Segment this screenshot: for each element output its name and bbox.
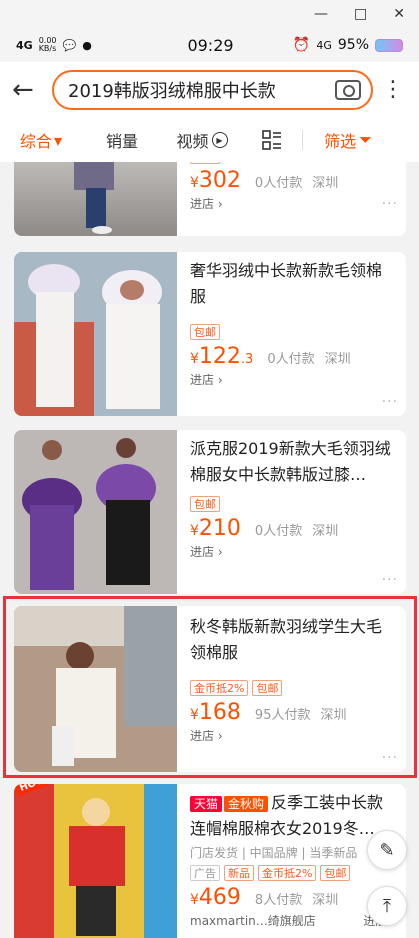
play-icon: ▶ — [211, 132, 228, 148]
filter-icon: ⏷ — [359, 130, 372, 149]
chat-icon: 💬 — [62, 38, 77, 52]
paid-count: 95人付款 — [254, 708, 311, 723]
paid-count: 0人付款 — [254, 524, 303, 539]
filter-button[interactable]: 筛选 ⏷ — [303, 128, 393, 152]
more-dots-icon[interactable]: ··· — [382, 750, 398, 766]
price: 302 — [198, 168, 241, 193]
product-card[interactable]: 奢华羽绒中长款新款毛领棉服 包邮 ¥122.3 0人付款 深圳 进店 › ··· — [14, 252, 406, 416]
product-image[interactable] — [14, 430, 177, 594]
camera-icon[interactable] — [335, 80, 361, 100]
location: 深圳 — [312, 893, 339, 908]
product-subtitle: 门店发货 | 中国品牌 | 当季新品 — [190, 846, 358, 860]
tag-new: 新品 — [224, 865, 254, 881]
signal-indicator: 4G — [16, 38, 33, 52]
paid-count: 0人付款 — [267, 352, 315, 367]
location: 深圳 — [312, 524, 339, 539]
product-card[interactable]: HOT 天猫 金秋购 反季工装中长款连帽棉服棉衣女2019冬… 门店发货 | 中国品… — [14, 784, 406, 938]
tag-free-shipping: 包邮 — [190, 324, 220, 340]
network-type: 4G — [316, 38, 332, 52]
location: 深圳 — [324, 352, 351, 367]
caret-down-icon: ▾ — [53, 130, 63, 150]
tag-ad: 广告 — [190, 865, 220, 881]
product-card[interactable]: 秋冬韩版新款羽绒学生大毛领棉服 金币抵2% 包邮 ¥168 95人付款 深圳 进店 ›… — [14, 606, 406, 772]
product-image[interactable]: HOT — [14, 784, 177, 938]
maximize-button[interactable]: □ — [354, 6, 367, 22]
price: 122 — [198, 344, 241, 369]
battery-percent: 95% — [337, 37, 369, 53]
product-card[interactable]: 派克服2019新款大毛领羽绒棉服女中长款韩版过膝… 包邮 ¥210 0人付款 深圳 … — [14, 430, 406, 594]
location: 深圳 — [312, 176, 339, 191]
back-to-top-button[interactable]: ⤒ — [367, 886, 407, 926]
location: 深圳 — [320, 708, 347, 723]
search-input[interactable]: 2019韩版羽绒棉服中长款 — [52, 70, 373, 110]
network-speed: 0.00 KB/s — [38, 36, 57, 53]
search-query[interactable]: 2019韩版羽绒棉服中长款 — [68, 77, 335, 103]
minimize-button[interactable]: — — [314, 6, 328, 22]
more-dots-icon[interactable]: ··· — [382, 394, 398, 410]
product-title[interactable]: 天猫 金秋购 反季工装中长款连帽棉服棉衣女2019冬… — [190, 790, 396, 842]
close-button[interactable]: ✕ — [393, 6, 405, 22]
more-dots-icon[interactable]: ··· — [382, 196, 398, 212]
product-list[interactable]: 包邮 ¥3020人付款深圳 进店 › ··· 奢华羽绒中长款新款毛领棉服 包邮 … — [0, 162, 419, 938]
paid-count: 0人付款 — [254, 176, 303, 191]
tag-free-shipping: 包邮 — [252, 680, 283, 696]
wechat-icon: ● — [82, 38, 92, 52]
sort-sales[interactable]: 销量 — [82, 128, 162, 152]
sort-comprehensive[interactable]: 综合 ▾ — [0, 128, 82, 152]
product-title[interactable]: 奢华羽绒中长款新款毛领棉服 — [190, 258, 396, 310]
alarm-icon: ⏰ — [292, 37, 311, 53]
product-card[interactable]: 包邮 ¥3020人付款深圳 进店 › ··· — [14, 162, 406, 236]
badge-tmall: 天猫 — [190, 795, 223, 812]
more-menu-icon[interactable]: ⋮ — [379, 79, 407, 101]
product-image[interactable] — [14, 252, 177, 416]
tag-coin-discount: 金币抵2% — [258, 865, 317, 881]
store-link[interactable]: 进店 › — [190, 371, 396, 388]
tag-coin-discount: 金币抵2% — [190, 680, 249, 696]
tag-free-shipping: 包邮 — [190, 162, 220, 164]
price: 210 — [198, 516, 241, 541]
paid-count: 8人付款 — [254, 893, 303, 908]
battery-icon — [375, 38, 403, 52]
layout-toggle-icon[interactable] — [242, 130, 302, 150]
store-link[interactable]: 进店 › — [190, 195, 396, 212]
search-header: ← 2019韩版羽绒棉服中长款 ⋮ — [0, 62, 419, 118]
product-image[interactable] — [14, 162, 177, 236]
product-title[interactable]: 派克服2019新款大毛领羽绒棉服女中长款韩版过膝… — [190, 436, 396, 488]
price: 469 — [198, 885, 241, 910]
price: 168 — [198, 700, 241, 725]
window-controls: — □ ✕ — [0, 0, 419, 28]
feedback-button[interactable]: ✎ — [367, 830, 407, 870]
more-dots-icon[interactable]: ··· — [382, 572, 398, 588]
product-image[interactable] — [14, 606, 177, 772]
sort-video[interactable]: 视频 ▶ — [162, 128, 242, 152]
tag-free-shipping: 包邮 — [190, 496, 220, 512]
status-bar: 4G 0.00 KB/s 💬 ● 09:29 ⏰ 4G 95% — [0, 28, 419, 62]
store-link[interactable]: 进店 › — [190, 543, 396, 560]
back-arrow-icon[interactable]: ← — [12, 75, 52, 105]
product-title[interactable]: 秋冬韩版新款羽绒学生大毛领棉服 — [190, 614, 396, 666]
clock: 09:29 — [187, 35, 234, 55]
sort-bar: 综合 ▾ 销量 视频 ▶ 筛选 ⏷ — [0, 118, 419, 162]
store-name[interactable]: maxmartin…绮旗舰店 — [190, 912, 316, 929]
badge-autumn: 金秋购 — [224, 795, 269, 812]
tag-free-shipping: 包邮 — [320, 865, 351, 881]
store-link[interactable]: 进店 › — [190, 727, 396, 744]
